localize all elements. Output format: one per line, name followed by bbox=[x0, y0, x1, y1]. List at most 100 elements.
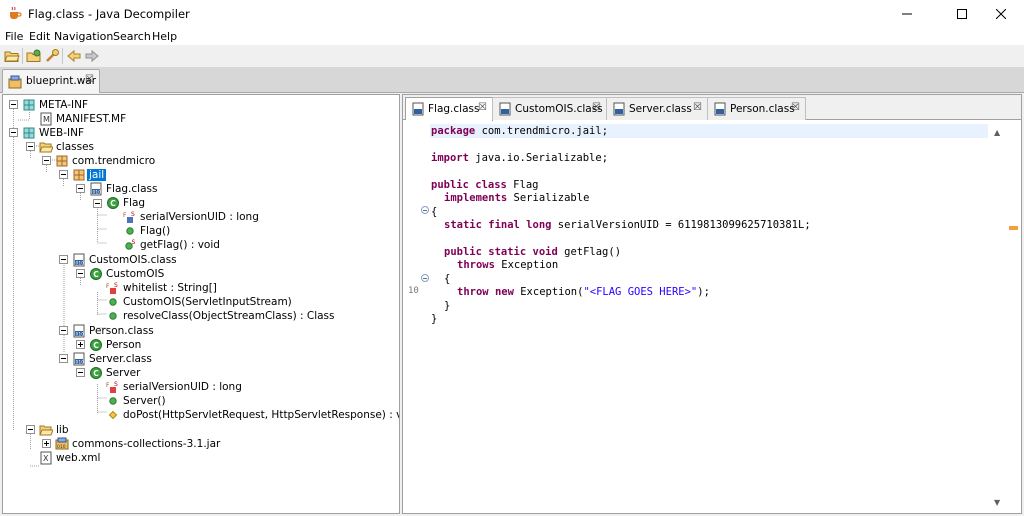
collapse-toggle[interactable] bbox=[9, 100, 18, 109]
protected-method-icon bbox=[108, 410, 118, 420]
code-line: { bbox=[444, 273, 451, 285]
tab-customois-class[interactable]: CustomOIS.class ☒ bbox=[492, 97, 607, 120]
public-method-icon bbox=[126, 227, 134, 235]
minimize-button[interactable] bbox=[884, 0, 930, 28]
collapse-toggle[interactable] bbox=[42, 156, 51, 165]
code-line: throw new Exception("<FLAG GOES HERE>"); bbox=[457, 286, 710, 298]
class-icon: C bbox=[90, 367, 102, 379]
svg-text:F: F bbox=[106, 283, 110, 290]
svg-text:010: 010 bbox=[76, 360, 85, 366]
tab-blueprint-war[interactable]: blueprint.war ☒ bbox=[2, 69, 100, 93]
class-file-icon: 010 bbox=[73, 352, 85, 366]
collapse-toggle[interactable] bbox=[76, 368, 85, 377]
line-number: 10 bbox=[408, 286, 419, 296]
collapse-toggle[interactable] bbox=[59, 326, 68, 335]
collapse-toggle[interactable] bbox=[76, 184, 85, 193]
collapse-toggle[interactable] bbox=[26, 425, 35, 434]
menu-file[interactable]: File bbox=[5, 30, 23, 43]
code-line: implements Serializable bbox=[444, 192, 590, 204]
folder-open-icon bbox=[39, 425, 53, 436]
expand-toggle[interactable] bbox=[42, 439, 51, 448]
class-icon: C bbox=[107, 197, 119, 209]
close-tab-icon[interactable]: ☒ bbox=[478, 102, 487, 113]
code-line: public class Flag bbox=[431, 179, 539, 191]
vertical-scrollbar[interactable]: ▲ ▼ bbox=[990, 126, 1006, 512]
private-static-final-field-icon: FS bbox=[106, 381, 118, 393]
menu-navigation[interactable]: Navigation bbox=[54, 30, 113, 43]
menu-bar: File Edit Navigation Search Help bbox=[0, 28, 1024, 45]
menu-help[interactable]: Help bbox=[152, 30, 177, 43]
class-file-icon bbox=[499, 102, 511, 116]
code-line: { bbox=[431, 206, 438, 218]
open-file-icon[interactable] bbox=[4, 48, 20, 64]
minimize-icon bbox=[902, 13, 912, 15]
class-icon: C bbox=[90, 268, 102, 280]
manifest-file-icon: M bbox=[40, 112, 52, 126]
archive-icon bbox=[8, 75, 22, 89]
public-method-icon bbox=[109, 397, 117, 405]
close-tab-icon[interactable]: ☒ bbox=[693, 102, 702, 113]
file-tab-strip: blueprint.war ☒ bbox=[0, 67, 1024, 93]
package-icon bbox=[73, 169, 85, 181]
scroll-up-icon[interactable]: ▲ bbox=[994, 128, 1000, 137]
package-tree: META-INF M MANIFEST.MF WEB-INF classes c… bbox=[2, 94, 400, 514]
svg-text:S: S bbox=[114, 381, 118, 388]
code-line: package com.trendmicro.jail; bbox=[431, 125, 609, 137]
close-tab-icon[interactable]: ☒ bbox=[85, 74, 94, 85]
svg-text:M: M bbox=[43, 115, 50, 124]
menu-edit[interactable]: Edit bbox=[29, 30, 50, 43]
collapse-toggle[interactable] bbox=[9, 128, 18, 137]
collapse-toggle[interactable] bbox=[59, 354, 68, 363]
svg-text:S: S bbox=[132, 239, 136, 246]
class-file-icon: 010 bbox=[90, 182, 102, 196]
collapse-toggle[interactable] bbox=[76, 269, 85, 278]
search-icon[interactable] bbox=[44, 48, 60, 64]
public-method-icon bbox=[109, 312, 117, 320]
class-icon: C bbox=[90, 339, 102, 351]
class-file-icon bbox=[613, 102, 625, 116]
package-icon bbox=[23, 99, 35, 111]
svg-text:X: X bbox=[43, 454, 49, 463]
close-tab-icon[interactable]: ☒ bbox=[791, 102, 800, 113]
close-tab-icon[interactable]: ☒ bbox=[592, 102, 601, 113]
folder-open-icon bbox=[39, 142, 53, 153]
tab-server-class[interactable]: Server.class ☒ bbox=[606, 97, 708, 120]
open-type-icon[interactable] bbox=[26, 48, 42, 64]
fold-toggle-icon[interactable] bbox=[421, 274, 429, 282]
collapse-toggle[interactable] bbox=[93, 199, 102, 208]
private-static-final-field-icon: FS bbox=[106, 282, 118, 294]
xml-file-icon: X bbox=[40, 451, 52, 465]
java-cup-icon bbox=[10, 6, 22, 19]
close-icon bbox=[996, 9, 1006, 19]
collapse-toggle[interactable] bbox=[59, 170, 68, 179]
tab-flag-class[interactable]: Flag.class ☒ bbox=[405, 97, 493, 121]
close-button[interactable] bbox=[978, 0, 1024, 28]
svg-text:C: C bbox=[110, 199, 116, 208]
editor-tab-strip: Flag.class ☒ CustomOIS.class ☒ Server.cl… bbox=[403, 95, 1021, 121]
editor-pane: Flag.class ☒ CustomOIS.class ☒ Server.cl… bbox=[402, 94, 1022, 514]
scroll-down-icon[interactable]: ▼ bbox=[994, 498, 1000, 507]
code-line: } bbox=[444, 300, 451, 312]
svg-text:S: S bbox=[131, 211, 135, 218]
svg-text:C: C bbox=[93, 369, 99, 378]
fold-toggle-icon[interactable] bbox=[421, 206, 429, 214]
menu-search[interactable]: Search bbox=[113, 30, 151, 43]
expand-toggle[interactable] bbox=[76, 340, 85, 349]
svg-text:010: 010 bbox=[76, 332, 85, 338]
collapse-toggle[interactable] bbox=[59, 255, 68, 264]
collapse-toggle[interactable] bbox=[26, 142, 35, 151]
window-title: Flag.class - Java Decompiler bbox=[28, 7, 190, 21]
overview-marker[interactable] bbox=[1009, 226, 1018, 230]
class-file-icon: 010 bbox=[73, 324, 85, 338]
svg-text:010: 010 bbox=[57, 444, 66, 450]
tab-person-class[interactable]: Person.class ☒ bbox=[707, 97, 806, 120]
title-bar: Flag.class - Java Decompiler bbox=[0, 0, 1024, 28]
back-arrow-icon[interactable] bbox=[66, 48, 82, 64]
forward-arrow-icon[interactable] bbox=[84, 48, 100, 64]
static-final-field-icon: FS bbox=[123, 211, 135, 223]
jar-file-icon: 010 bbox=[55, 437, 69, 450]
class-file-icon: 010 bbox=[73, 253, 85, 267]
static-method-icon: S bbox=[125, 239, 136, 250]
public-method-icon bbox=[109, 298, 117, 306]
line-number-gutter bbox=[403, 120, 427, 511]
